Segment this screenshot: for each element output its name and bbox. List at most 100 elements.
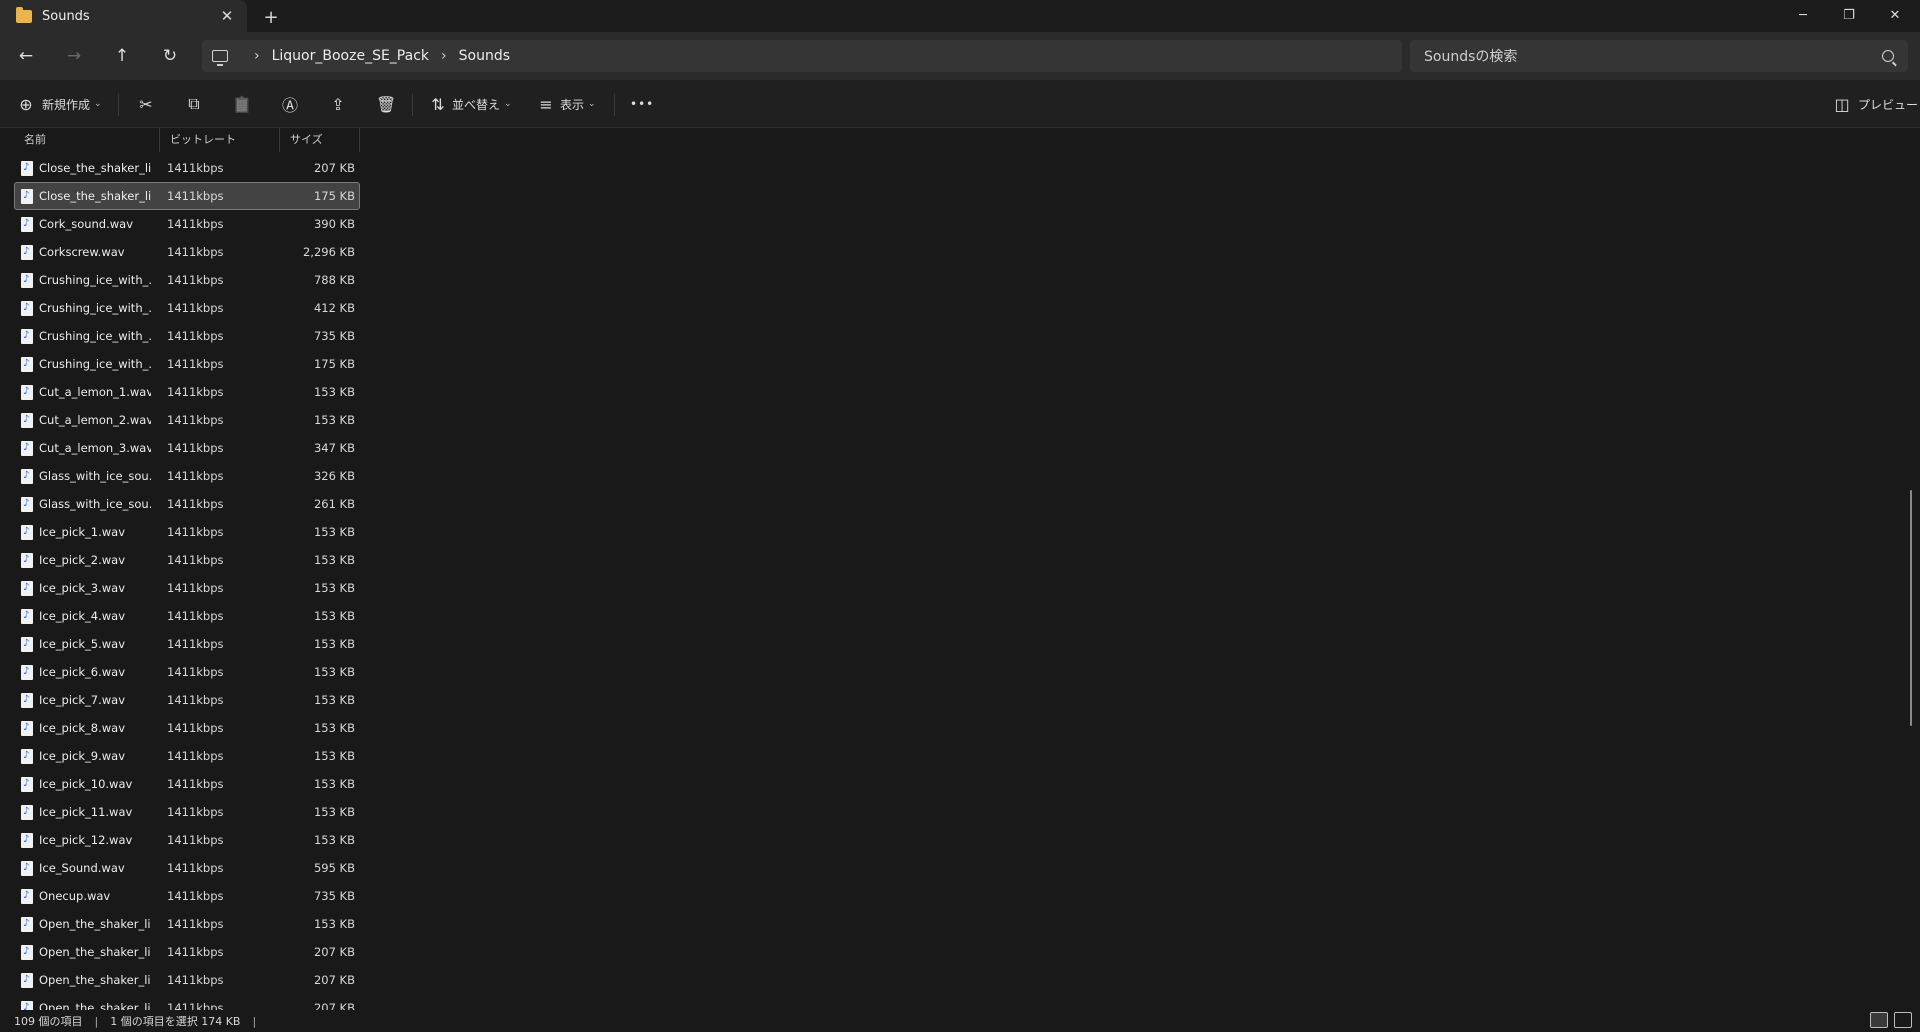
file-row[interactable]: Open_the_shaker_li... 1411kbps 207 KB: [14, 994, 360, 1010]
sort-button[interactable]: ⇅ 並べ替え ⌄: [428, 88, 511, 120]
refresh-button[interactable]: ↻: [154, 40, 186, 72]
file-bitrate: 1411kbps: [167, 609, 224, 623]
file-row[interactable]: Ice_pick_5.wav 1411kbps 153 KB: [14, 630, 360, 658]
file-row[interactable]: Ice_pick_6.wav 1411kbps 153 KB: [14, 658, 360, 686]
paste-icon: 📋: [232, 94, 252, 114]
file-row[interactable]: Corkscrew.wav 1411kbps 2,296 KB: [14, 238, 360, 266]
breadcrumb-chevron-icon[interactable]: ›: [254, 48, 260, 64]
view-button[interactable]: ≡ 表示 ⌄: [536, 88, 595, 120]
audio-file-icon: [21, 552, 33, 568]
file-row[interactable]: Glass_with_ice_sou... 1411kbps 261 KB: [14, 490, 360, 518]
column-name[interactable]: 名前: [14, 128, 160, 152]
paste-button[interactable]: 📋: [232, 88, 252, 120]
file-row[interactable]: Glass_with_ice_sou... 1411kbps 326 KB: [14, 462, 360, 490]
audio-file-icon: [21, 300, 33, 316]
command-bar: ⊕ 新規作成 ⌄ ✂ ⧉ 📋 Ⓐ ⇪ 🗑 ⇅ 並べ替え ⌄ ≡ 表示 ⌄ •••…: [0, 80, 1920, 128]
search-icon[interactable]: [1882, 50, 1894, 62]
file-row[interactable]: Crushing_ice_with_... 1411kbps 412 KB: [14, 294, 360, 322]
file-size: 153 KB: [313, 609, 355, 623]
restore-button[interactable]: ❐: [1826, 0, 1872, 30]
rename-button[interactable]: Ⓐ: [280, 88, 300, 120]
file-row[interactable]: Crushing_ice_with_... 1411kbps 175 KB: [14, 350, 360, 378]
cut-button[interactable]: ✂: [136, 88, 156, 120]
column-bitrate[interactable]: ビットレート: [160, 128, 280, 152]
audio-file-icon: [21, 244, 33, 260]
details-view-icon[interactable]: [1870, 1012, 1888, 1028]
file-row[interactable]: Cork_sound.wav 1411kbps 390 KB: [14, 210, 360, 238]
tab-close-button[interactable]: ✕: [213, 2, 241, 30]
file-row[interactable]: Ice_pick_2.wav 1411kbps 153 KB: [14, 546, 360, 574]
file-row[interactable]: Cut_a_lemon_1.wav 1411kbps 153 KB: [14, 378, 360, 406]
delete-icon: 🗑: [376, 94, 397, 114]
file-row[interactable]: Ice_pick_7.wav 1411kbps 153 KB: [14, 686, 360, 714]
file-row[interactable]: Ice_pick_1.wav 1411kbps 153 KB: [14, 518, 360, 546]
file-row[interactable]: Close_the_shaker_li... 1411kbps 175 KB: [14, 182, 360, 210]
share-button[interactable]: ⇪: [328, 88, 348, 120]
file-row[interactable]: Ice_Sound.wav 1411kbps 595 KB: [14, 854, 360, 882]
file-row[interactable]: Open_the_shaker_li... 1411kbps 153 KB: [14, 910, 360, 938]
file-row[interactable]: Ice_pick_4.wav 1411kbps 153 KB: [14, 602, 360, 630]
file-row[interactable]: Crushing_ice_with_... 1411kbps 735 KB: [14, 322, 360, 350]
back-button[interactable]: ←: [10, 40, 42, 72]
large-icons-view-icon[interactable]: [1894, 1012, 1912, 1028]
audio-file-icon: [21, 692, 33, 708]
sort-ascending-icon: ^: [100, 128, 108, 135]
new-button[interactable]: ⊕ 新規作成 ⌄: [16, 88, 101, 120]
breadcrumb-item-sounds[interactable]: Sounds: [459, 48, 510, 64]
file-row[interactable]: Crushing_ice_with_... 1411kbps 788 KB: [14, 266, 360, 294]
column-size[interactable]: サイズ: [280, 128, 360, 152]
this-pc-icon[interactable]: [212, 50, 228, 66]
more-options-button[interactable]: •••: [630, 88, 654, 120]
forward-button[interactable]: →: [58, 40, 90, 72]
more-icon: •••: [630, 97, 655, 111]
file-name: Glass_with_ice_sou...: [39, 469, 151, 483]
file-size: 153 KB: [313, 581, 355, 595]
file-row[interactable]: Open_the_shaker_li... 1411kbps 207 KB: [14, 966, 360, 994]
delete-button[interactable]: 🗑: [376, 88, 396, 120]
sort-label: 並べ替え: [452, 97, 501, 112]
file-size: 412 KB: [313, 301, 355, 315]
file-bitrate: 1411kbps: [167, 721, 224, 735]
file-size: 153 KB: [313, 693, 355, 707]
file-size: 207 KB: [313, 161, 355, 175]
file-name: Ice_pick_11.wav: [39, 805, 133, 819]
folder-icon: [16, 6, 32, 23]
audio-file-icon: [21, 832, 33, 848]
preview-pane-button[interactable]: ◫ プレビュー: [1832, 88, 1918, 120]
audio-file-icon: [21, 720, 33, 736]
tab-sounds[interactable]: Sounds ✕: [0, 0, 247, 32]
file-row[interactable]: Cut_a_lemon_3.wav 1411kbps 347 KB: [14, 434, 360, 462]
file-row[interactable]: Ice_pick_9.wav 1411kbps 153 KB: [14, 742, 360, 770]
search-input[interactable]: Soundsの検索: [1410, 40, 1908, 72]
file-rows: Close_the_shaker_li...1411kbps207 KBClos…: [14, 154, 360, 1010]
audio-file-icon: [21, 216, 33, 232]
file-row[interactable]: Ice_pick_11.wav 1411kbps 153 KB: [14, 798, 360, 826]
file-list[interactable]: 名前 ^ ビットレート サイズ Close_the_shaker_li... 14…: [0, 128, 1920, 1010]
file-row[interactable]: Ice_pick_10.wav 1411kbps 153 KB: [14, 770, 360, 798]
new-tab-button[interactable]: +: [258, 4, 284, 30]
audio-file-icon: [21, 972, 33, 988]
file-row[interactable]: Onecup.wav 1411kbps 735 KB: [14, 882, 360, 910]
file-size: 595 KB: [313, 861, 355, 875]
file-row[interactable]: Close_the_shaker_li... 1411kbps 207 KB: [14, 154, 360, 182]
file-size: 326 KB: [313, 469, 355, 483]
file-name: Ice_pick_3.wav: [39, 581, 125, 595]
file-row[interactable]: Open_the_shaker_li... 1411kbps 207 KB: [14, 938, 360, 966]
file-size: 153 KB: [313, 553, 355, 567]
file-size: 390 KB: [313, 217, 355, 231]
audio-file-icon: [21, 1000, 33, 1010]
close-window-button[interactable]: ✕: [1872, 0, 1918, 30]
breadcrumb-item-pack[interactable]: Liquor_Booze_SE_Pack: [272, 48, 429, 64]
file-row[interactable]: Ice_pick_12.wav 1411kbps 153 KB: [14, 826, 360, 854]
divider: [118, 94, 119, 116]
vertical-scrollbar[interactable]: [1910, 490, 1912, 726]
address-bar[interactable]: › Liquor_Booze_SE_Pack › Sounds: [202, 40, 1402, 72]
file-row[interactable]: Cut_a_lemon_2.wav 1411kbps 153 KB: [14, 406, 360, 434]
file-row[interactable]: Ice_pick_3.wav 1411kbps 153 KB: [14, 574, 360, 602]
up-button[interactable]: ↑: [106, 40, 138, 72]
minimize-button[interactable]: ─: [1780, 0, 1826, 30]
file-row[interactable]: Ice_pick_8.wav 1411kbps 153 KB: [14, 714, 360, 742]
file-bitrate: 1411kbps: [167, 665, 224, 679]
breadcrumb-chevron-icon[interactable]: ›: [441, 48, 447, 64]
copy-button[interactable]: ⧉: [184, 88, 204, 120]
